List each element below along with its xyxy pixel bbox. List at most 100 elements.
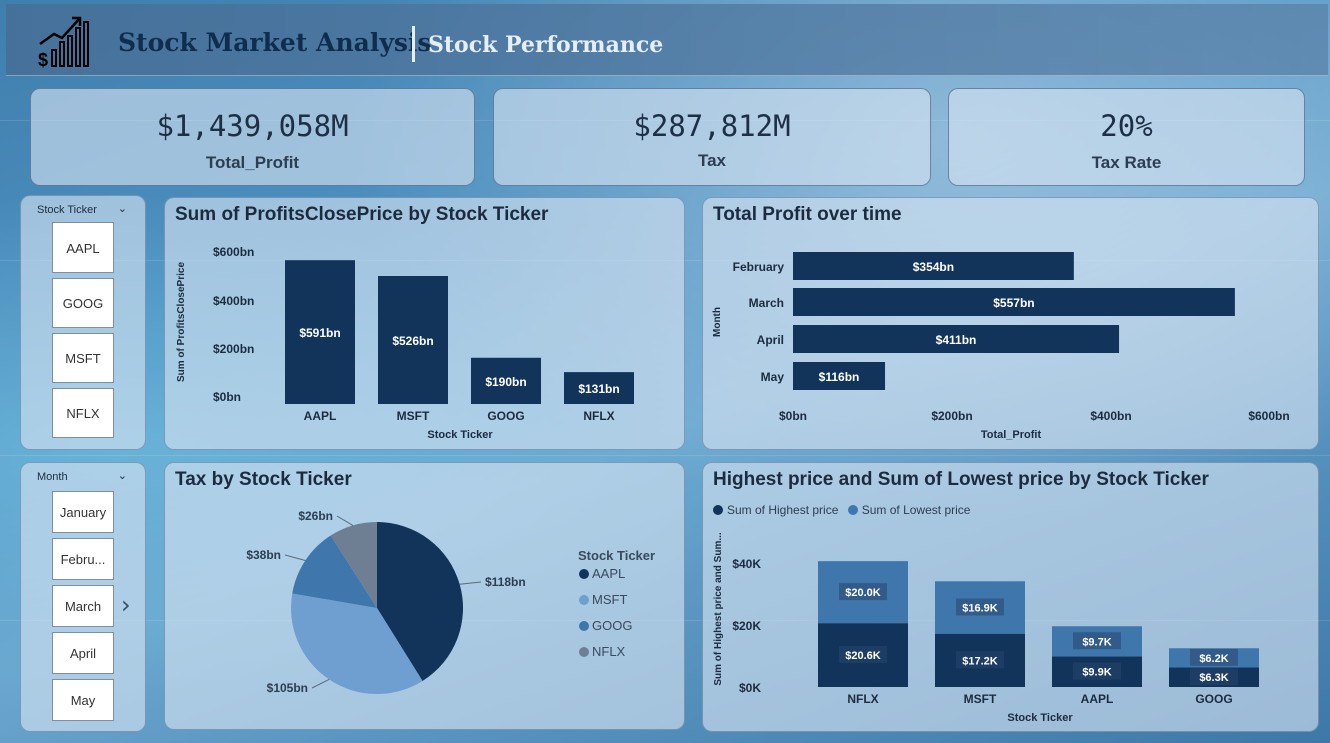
x-tick-label: AAPL — [1081, 692, 1114, 706]
x-tick-label: GOOG — [487, 409, 524, 423]
y-tick-label: $40K — [732, 557, 761, 571]
profits-bar-chart: $600bn $400bn $200bn $0bn Sum of Profits… — [176, 245, 634, 441]
slicer-header: Month — [37, 471, 68, 483]
kpi-card-tax: $287,812M Tax — [493, 88, 931, 186]
x-tick-label: MSFT — [397, 409, 430, 423]
title-divider — [412, 26, 415, 62]
kpi-value: 20% — [1100, 109, 1153, 143]
legend-label: MSFT — [592, 592, 627, 607]
legend-label: AAPL — [592, 566, 625, 581]
x-tick-label: $400bn — [1090, 409, 1131, 423]
slicer-item-aapl[interactable]: AAPL — [52, 222, 114, 273]
data-label: $411bn — [936, 333, 977, 347]
y-axis-label: Sum of ProfitsClosePrice — [176, 262, 187, 382]
slicer-item-may[interactable]: May — [52, 679, 114, 721]
profit-over-time-chart: Total Profit over time Month $0bn $200bn… — [702, 197, 1319, 450]
y-axis-label: Sum of Highest price and Sum... — [713, 532, 724, 686]
slicer-item-goog[interactable]: GOOG — [52, 278, 114, 328]
legend-label: NFLX — [592, 644, 626, 659]
data-label: $118bn — [485, 575, 526, 589]
tax-by-ticker-chart: Tax by Stock Ticker Stock Ticker $118bn $… — [164, 462, 685, 730]
profits-by-ticker-chart: Sum of ProfitsClosePrice by Stock Ticker… — [164, 197, 685, 450]
chevron-right-icon[interactable]: › — [121, 591, 131, 619]
slicer-item-march[interactable]: March — [52, 585, 114, 627]
kpi-value: $1,439,058M — [156, 109, 349, 143]
legend-marker — [579, 621, 589, 631]
y-tick-label: April — [757, 333, 784, 347]
slicer-item-february[interactable]: Febru... — [52, 538, 114, 580]
data-label: $131bn — [578, 382, 619, 396]
x-tick-label: MSFT — [964, 692, 997, 706]
legend-label: GOOG — [592, 618, 632, 633]
data-label: $20.6K — [845, 650, 881, 662]
data-label: $6.3K — [1199, 672, 1228, 684]
data-label: $557bn — [993, 296, 1034, 310]
x-tick-label: AAPL — [304, 409, 337, 423]
data-label: $26bn — [298, 509, 333, 523]
slicer-item-msft[interactable]: MSFT — [52, 333, 114, 383]
x-tick-label: GOOG — [1195, 692, 1232, 706]
data-label: $526bn — [392, 334, 433, 348]
data-label: $38bn — [246, 548, 281, 562]
kpi-card-total-profit: $1,439,058M Total_Profit — [30, 88, 475, 186]
high-low-price-chart: Highest price and Sum of Lowest price by… — [702, 462, 1319, 732]
kpi-card-tax-rate: 20% Tax Rate — [948, 88, 1305, 186]
legend-title: Stock Ticker — [578, 548, 655, 563]
y-tick-label: $600bn — [213, 245, 254, 259]
data-label: $20.0K — [845, 587, 881, 599]
y-tick-label: $200bn — [213, 342, 254, 356]
data-label: $17.2K — [962, 655, 998, 667]
data-label: $6.2K — [1199, 653, 1228, 665]
x-tick-label: NFLX — [847, 692, 878, 706]
chevron-down-icon[interactable]: ⌄ — [118, 202, 127, 215]
x-tick-label: $0bn — [779, 409, 807, 423]
y-tick-label: $400bn — [213, 294, 254, 308]
y-tick-label: $0K — [739, 681, 761, 695]
data-label: $116bn — [819, 370, 860, 384]
data-label: $354bn — [913, 260, 954, 274]
leader-line — [284, 554, 306, 561]
leader-line — [459, 581, 482, 585]
x-tick-label: $600bn — [1248, 409, 1289, 423]
x-tick-label: NFLX — [583, 409, 614, 423]
y-tick-label: $20K — [732, 619, 761, 633]
svg-text:$: $ — [38, 50, 48, 70]
leader-line — [311, 678, 330, 689]
slicer-item-nflx[interactable]: NFLX — [52, 388, 114, 438]
stock-growth-icon: $ — [38, 16, 89, 70]
legend-marker — [579, 569, 589, 579]
y-tick-label: $0bn — [213, 390, 241, 404]
data-label: $9.7K — [1082, 636, 1111, 648]
background-line — [0, 455, 1330, 456]
slicer-item-april[interactable]: April — [52, 632, 114, 674]
chevron-down-icon[interactable]: ⌄ — [118, 469, 127, 482]
y-tick-label: May — [761, 370, 785, 384]
x-axis-label: Stock Ticker — [427, 429, 493, 441]
slicer-item-january[interactable]: January — [52, 491, 114, 533]
y-tick-label: February — [733, 260, 785, 274]
high-low-stacked-bar-chart: $40K $20K $0K Sum of Highest price and S… — [713, 532, 1259, 724]
data-label: $190bn — [485, 375, 526, 389]
kpi-label: Tax Rate — [1091, 153, 1162, 172]
legend-marker — [579, 595, 589, 605]
kpi-label: Total_Profit — [205, 153, 300, 172]
data-label: $105bn — [267, 681, 308, 695]
x-axis-label: Stock Ticker — [1007, 712, 1073, 724]
slicer-header: Stock Ticker — [37, 204, 97, 216]
profit-hbar-chart: Month $0bn $200bn $400bn $600bn Total_Pr… — [712, 252, 1290, 441]
report-header: $ Stock Market Analysis Stock Performanc… — [6, 4, 1328, 76]
data-label: $16.9K — [962, 602, 998, 614]
y-axis-label: Month — [712, 307, 723, 337]
stock-ticker-slicer: Stock Ticker ⌄ AAPL GOOG MSFT NFLX — [20, 195, 146, 450]
report-title: Stock Market Analysis — [118, 28, 432, 57]
y-tick-label: March — [749, 296, 784, 310]
legend-marker — [579, 647, 589, 657]
leader-line — [336, 515, 354, 526]
month-slicer: Month ⌄ January Febru... March › April M… — [20, 462, 146, 732]
data-label: $9.9K — [1082, 667, 1111, 679]
tax-pie-chart: Stock Ticker $118bn $105bn $38bn $26bn AAPL M… — [246, 509, 655, 695]
x-tick-label: $200bn — [931, 409, 972, 423]
data-label: $591bn — [299, 326, 340, 340]
kpi-value: $287,812M — [633, 109, 791, 143]
x-axis-label: Total_Profit — [981, 429, 1042, 441]
